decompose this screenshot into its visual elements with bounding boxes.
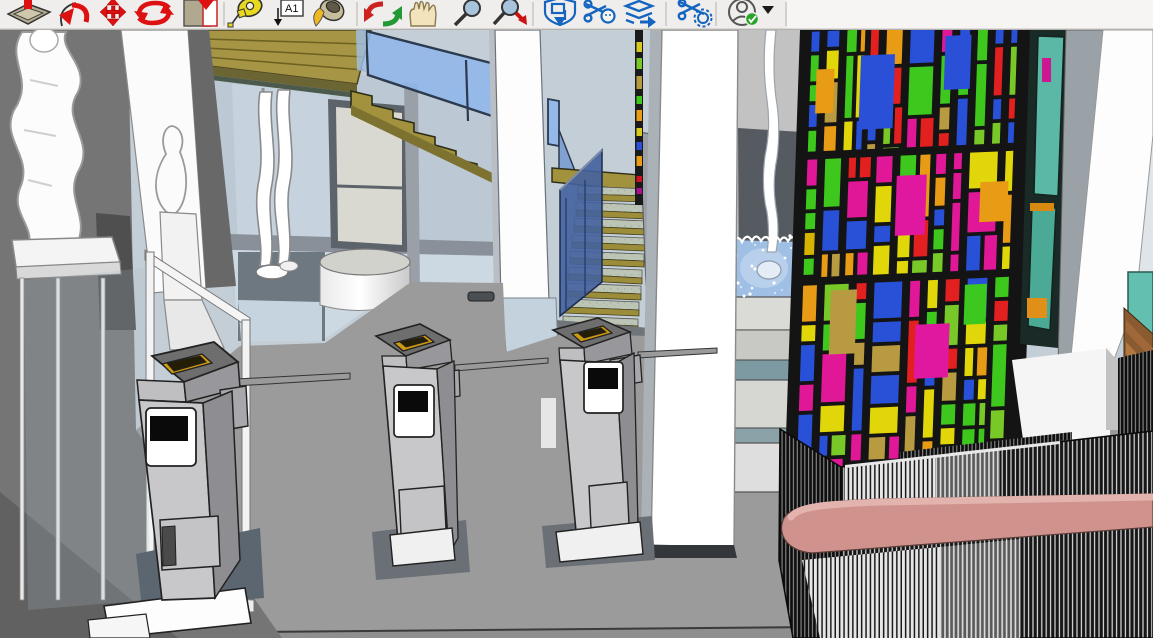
svg-text:A1: A1 (285, 3, 298, 15)
